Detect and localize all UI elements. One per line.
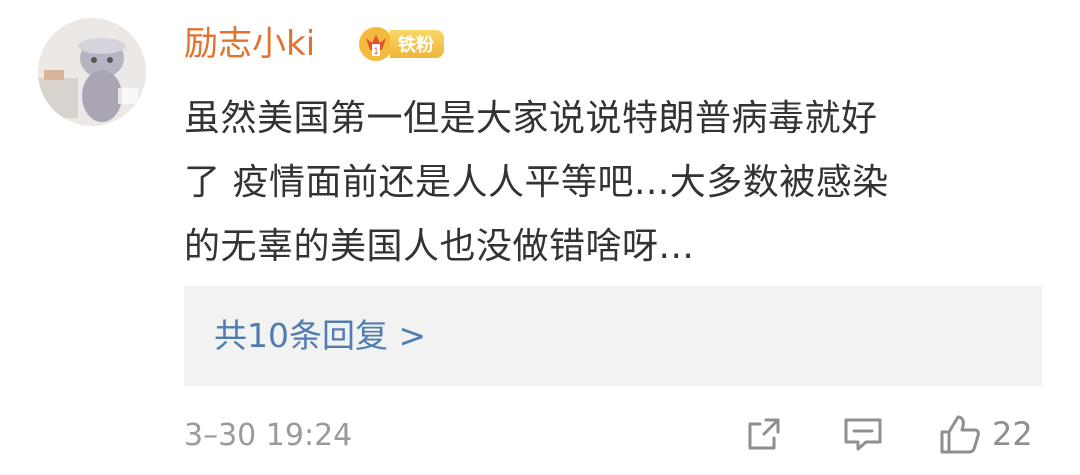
fan-badge[interactable]: 1 铁粉: [358, 26, 444, 62]
timestamp: 3–30 19:24: [184, 418, 353, 453]
avatar[interactable]: [38, 18, 146, 126]
like-icon: [940, 415, 980, 454]
like-count: 22: [992, 415, 1033, 453]
share-button[interactable]: [744, 410, 788, 458]
comment-line: 虽然美国第一但是大家说说特朗普病毒就好: [184, 98, 878, 139]
comment-button[interactable]: [842, 410, 886, 458]
crown-icon: 1: [359, 27, 393, 61]
avatar-image: [38, 18, 146, 126]
svg-text:1: 1: [373, 46, 378, 56]
comment-line: 的无辜的美国人也没做错啥呀...: [184, 226, 695, 267]
username[interactable]: 励志小ki: [184, 20, 315, 68]
comment-icon: [844, 418, 882, 451]
badge-label: 铁粉: [390, 30, 444, 58]
comment-text: 虽然美国第一但是大家说说特朗普病毒就好 了 疫情面前还是人人平等吧...大多数被…: [184, 87, 1044, 279]
like-button[interactable]: 22: [938, 410, 1048, 458]
comment-line: 了 疫情面前还是人人平等吧...大多数被感染: [184, 162, 889, 203]
view-replies-link[interactable]: 共10条回复 >: [214, 312, 426, 360]
share-icon: [748, 418, 780, 450]
replies-panel: 共10条回复 >: [184, 286, 1042, 386]
